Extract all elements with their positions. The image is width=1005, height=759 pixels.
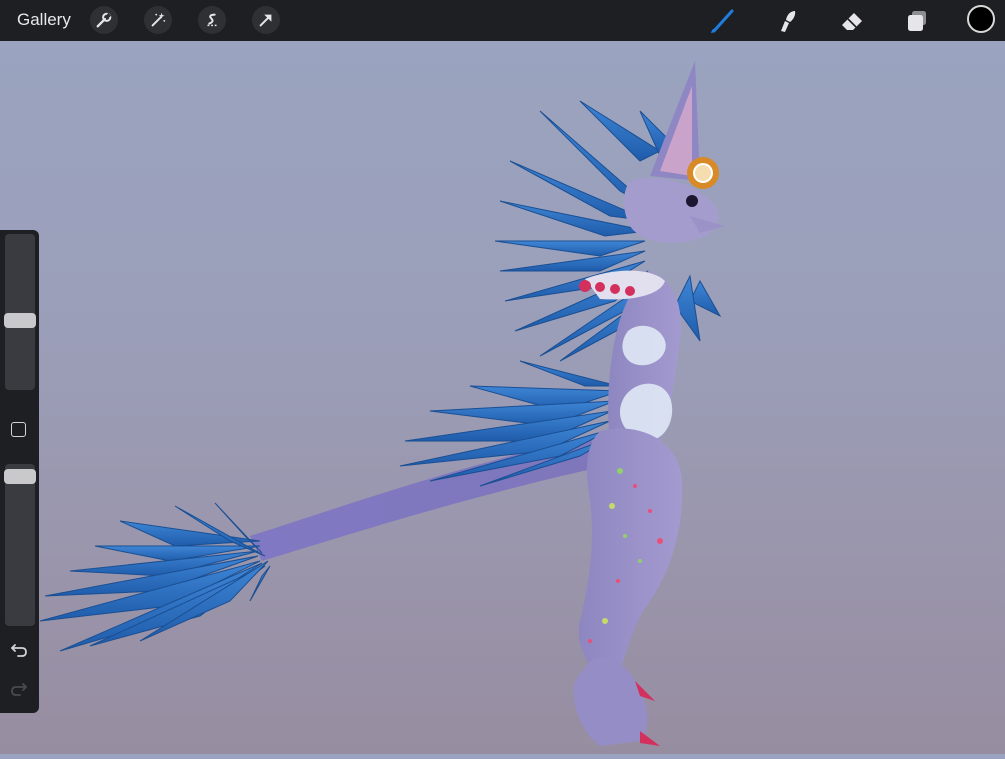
smudge-tool-button[interactable]: [772, 6, 802, 36]
top-toolbar: Gallery: [0, 0, 1005, 41]
selection-icon: [207, 13, 217, 27]
undo-button[interactable]: [8, 640, 30, 660]
gallery-button[interactable]: Gallery: [17, 10, 71, 30]
layers-button[interactable]: [902, 6, 932, 36]
eraser-tool-button[interactable]: [837, 6, 867, 36]
actions-button[interactable]: [90, 6, 118, 34]
magic-wand-icon: [151, 12, 166, 27]
left-sidebar: [0, 230, 39, 713]
redo-button[interactable]: [8, 679, 30, 699]
selection-button[interactable]: [198, 6, 226, 34]
brush-size-thumb[interactable]: [4, 313, 36, 328]
adjustments-button[interactable]: [144, 6, 172, 34]
drawing-canvas[interactable]: [0, 41, 1005, 754]
smudge-icon: [781, 11, 796, 32]
brush-icon: [711, 9, 734, 33]
brush-tool-button[interactable]: [707, 6, 737, 36]
transform-button[interactable]: [252, 6, 280, 34]
layers-icon: [908, 11, 926, 31]
brush-size-slider[interactable]: [4, 234, 36, 390]
transform-arrow-icon: [259, 14, 272, 27]
undo-icon: [11, 644, 27, 657]
wrench-icon: [96, 12, 112, 28]
opacity-thumb[interactable]: [4, 469, 36, 484]
opacity-slider[interactable]: [4, 464, 36, 626]
tail-tuft: [39, 502, 271, 652]
redo-icon: [11, 683, 27, 696]
color-picker-button[interactable]: [967, 5, 995, 33]
modify-square-icon[interactable]: [11, 422, 26, 437]
character-artwork: [39, 61, 725, 746]
eraser-icon: [842, 13, 862, 30]
